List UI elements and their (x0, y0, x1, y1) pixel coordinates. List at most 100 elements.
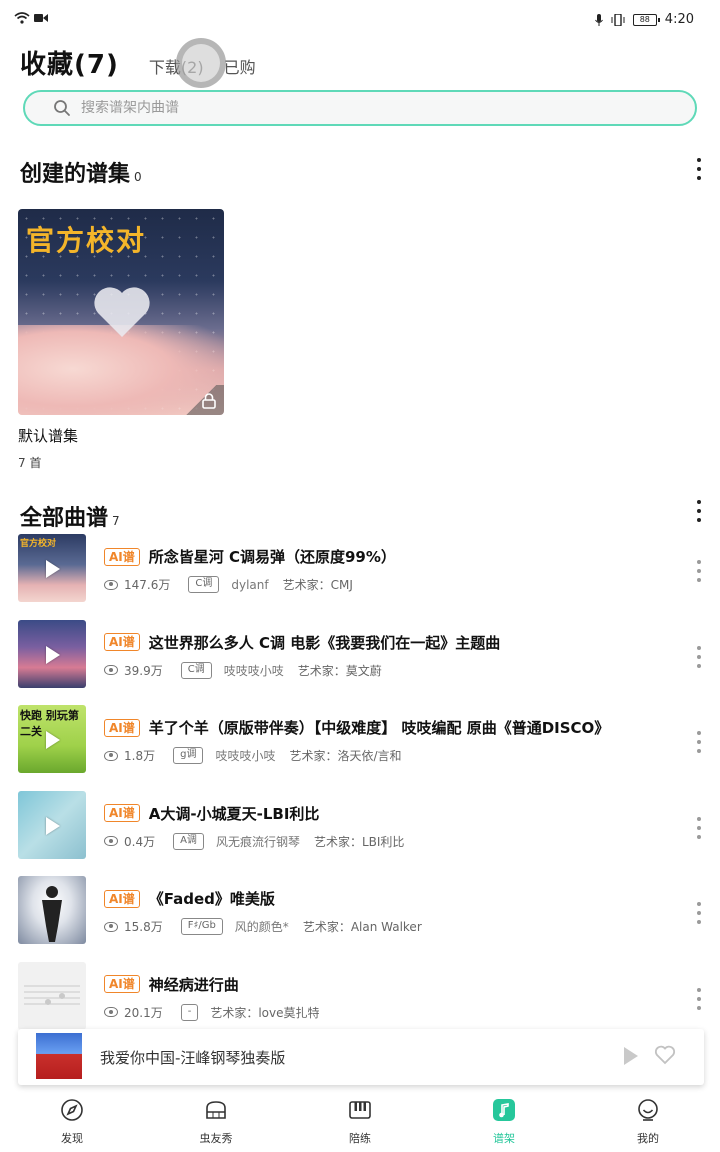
uploader: dylanf (231, 577, 269, 592)
artist: 艺术家：CMJ (282, 578, 353, 592)
now-playing-bar[interactable]: 我爱你中国-汪峰钢琴独奏版 (18, 1029, 704, 1085)
score-thumbnail (18, 790, 86, 859)
score-row[interactable]: 官方校对 AI谱 所念皆星河 C调易弹（还原度99%） 147.6万 C调 dy… (0, 534, 720, 620)
score-thumbnail (18, 876, 86, 944)
microphone-icon (594, 13, 603, 26)
battery-icon: 88 (632, 13, 660, 26)
play-icon (46, 560, 60, 578)
key-badge: A调 (173, 832, 204, 850)
tab-purchased[interactable]: 已购 (224, 54, 256, 78)
row-more-icon[interactable] (696, 645, 702, 668)
play-icon[interactable] (624, 1047, 638, 1065)
collection-name: 默认谱集 (18, 427, 79, 445)
play-icon (46, 731, 60, 749)
nav-practice[interactable]: 陪练 (288, 1090, 432, 1152)
score-row[interactable]: AI谱 《Faded》唯美版 15.8万 F♯/Gb 风的颜色* 艺术家：Ala… (0, 876, 720, 962)
uploader: 风无痕流行钢琴 (215, 834, 300, 849)
search-icon (54, 100, 70, 116)
row-more-icon[interactable] (696, 731, 702, 753)
piano-icon (206, 1101, 226, 1119)
silhouette-icon (42, 886, 62, 942)
key-badge: F♯/Gb (180, 918, 223, 935)
eye-icon (104, 836, 118, 846)
collection-count: 7 首 (18, 456, 42, 470)
score-thumbnail (18, 961, 86, 1030)
view-count: 39.9万 (124, 663, 163, 678)
play-icon (46, 645, 60, 664)
nav-discover[interactable]: 发现 (0, 1090, 144, 1152)
artist: 艺术家：Alan Walker (302, 920, 422, 934)
key-badge: C调 (188, 576, 220, 593)
nav-community[interactable]: 虫友秀 (144, 1090, 288, 1152)
touch-ripple (176, 38, 226, 88)
compass-icon (61, 1099, 83, 1121)
artist: 艺术家：莫文蔚 (297, 663, 382, 678)
eye-icon (104, 1007, 118, 1017)
music-staff-icon (24, 985, 80, 1005)
view-count: 0.4万 (124, 834, 156, 849)
nav-sheet-shelf[interactable]: 谱架 (432, 1090, 576, 1152)
score-title: 神经病进行曲 (148, 975, 239, 994)
row-more-icon[interactable] (696, 902, 702, 924)
score-title: 羊了个羊（原版带伴奏）【中级难度】 吱吱编配 原曲《普通DISCO》 (148, 719, 610, 737)
keys-icon (349, 1101, 371, 1119)
ai-badge: AI谱 (104, 547, 140, 566)
score-thumbnail: 快跑 别玩第二关 (18, 705, 86, 773)
eye-icon (104, 579, 118, 590)
collection-cover: 官方校对 (18, 209, 224, 415)
now-playing-title: 我爱你中国-汪峰钢琴独奏版 (100, 1049, 286, 1067)
score-row[interactable]: AI谱 这世界那么多人 C调 电影《我要我们在一起》主题曲 39.9万 C调 吱… (0, 619, 720, 706)
row-more-icon[interactable] (696, 987, 702, 1010)
now-playing-thumbnail (36, 1033, 82, 1079)
view-count: 1.8万 (124, 749, 156, 763)
cover-label: 官方校对 (26, 224, 147, 257)
music-note-icon (493, 1099, 515, 1121)
key-badge: C调 (180, 661, 212, 679)
eye-icon (104, 665, 118, 675)
collection-card[interactable]: 官方校对 默认谱集 7 首 (18, 209, 224, 471)
created-sets-header: 创建的谱集 0 (20, 162, 142, 187)
score-thumbnail: 官方校对 (18, 534, 86, 602)
nav-profile[interactable]: 我的 (576, 1090, 720, 1152)
uploader: 吱吱吱小吱 (223, 663, 284, 678)
row-more-icon[interactable] (696, 560, 702, 582)
all-scores-more-icon[interactable] (696, 500, 702, 522)
score-title: 《Faded》唯美版 (148, 890, 275, 908)
search-input[interactable] (81, 100, 641, 116)
play-icon (46, 816, 60, 835)
ai-badge: AI谱 (104, 889, 140, 908)
artist: 艺术家：love莫扎特 (210, 1005, 320, 1020)
status-bar: 88 4:20 (0, 0, 720, 40)
score-thumbnail (18, 619, 86, 688)
lock-icon (202, 393, 216, 409)
eye-icon (104, 921, 118, 932)
heart-outline-icon[interactable] (654, 1044, 676, 1066)
score-title: 这世界那么多人 C调 电影《我要我们在一起》主题曲 (148, 633, 501, 652)
eye-icon (104, 750, 118, 761)
ai-badge: AI谱 (104, 975, 140, 993)
bottom-nav: 发现 虫友秀 陪练 谱架 我的 (0, 1090, 720, 1152)
artist: 艺术家：洛天依/言和 (289, 749, 402, 763)
view-count: 147.6万 (124, 578, 171, 592)
ai-badge: AI谱 (104, 718, 140, 737)
key-badge: g调 (173, 747, 204, 764)
ai-badge: AI谱 (104, 633, 140, 651)
heart-icon (94, 287, 150, 337)
view-count: 20.1万 (124, 1005, 163, 1020)
vibrate-icon (611, 13, 625, 26)
uploader: 吱吱吱小吱 (215, 749, 276, 763)
row-more-icon[interactable] (696, 816, 702, 839)
artist: 艺术家：LBI利比 (313, 834, 405, 849)
uploader: 风的颜色* (234, 920, 289, 934)
search-bar[interactable] (23, 90, 697, 126)
video-record-icon (34, 14, 48, 22)
score-list: 官方校对 AI谱 所念皆星河 C调易弹（还原度99%） 147.6万 C调 dy… (0, 534, 720, 1047)
score-row[interactable]: 快跑 别玩第二关 AI谱 羊了个羊（原版带伴奏）【中级难度】 吱吱编配 原曲《普… (0, 705, 720, 791)
wifi-icon (14, 12, 30, 24)
ai-badge: AI谱 (104, 804, 140, 822)
tab-favorites[interactable]: 收藏(7) (19, 44, 119, 81)
clock: 4:20 (664, 12, 694, 27)
view-count: 15.8万 (124, 920, 163, 934)
created-sets-more-icon[interactable] (696, 158, 702, 180)
score-row[interactable]: AI谱 A大调-小城夏天-LBI利比 0.4万 A调 风无痕流行钢琴 艺术家：L… (0, 790, 720, 877)
